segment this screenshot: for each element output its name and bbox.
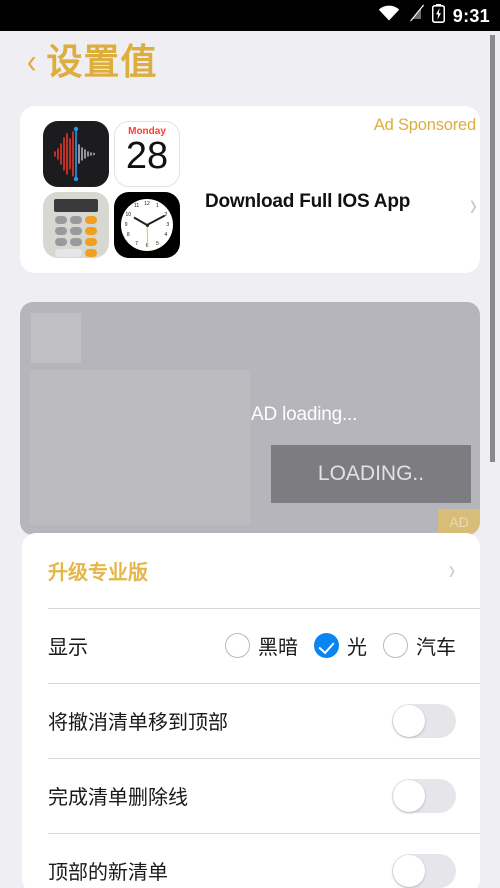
clock-icon: 12 1 2 3 4 5 6 7 8 9 10 11 — [114, 192, 180, 258]
voice-memos-icon — [43, 121, 109, 187]
calculator-display — [54, 199, 98, 212]
wifi-icon — [378, 5, 400, 26]
page-header: ‹ 设置值 — [26, 44, 157, 80]
radio-light-label: 光 — [347, 637, 367, 659]
radio-auto-label: 汽车 — [416, 637, 456, 659]
calendar-icon: Monday 28 — [114, 121, 180, 187]
display-radio-group: 黑暗 光 汽车 — [225, 631, 456, 660]
radio-dark-icon[interactable] — [225, 633, 250, 658]
no-signal-icon — [408, 4, 424, 27]
ad-banner-card[interactable]: Ad Sponsored Monday 28 12 1 2 3 4 5 7 8 … — [20, 106, 480, 273]
settings-row-strikethrough-done[interactable]: 完成清单删除线 — [22, 758, 480, 833]
ad-sponsored-label: Ad Sponsored — [373, 116, 476, 134]
strikethrough-done-label: 完成清单删除线 — [48, 787, 188, 809]
settings-row-upgrade-pro[interactable]: 升级专业版 › — [22, 533, 480, 608]
settings-row-move-undone-top[interactable]: 将撤消清单移到顶部 — [22, 683, 480, 758]
settings-card: 升级专业版 › 显示 黑暗 光 汽车 将撤消清单移到顶部 完成清单删除线 顶部的… — [22, 533, 480, 888]
ad-headline[interactable]: Download Full IOS App — [205, 191, 410, 213]
settings-row-display: 显示 黑暗 光 汽车 — [22, 608, 480, 683]
move-undone-top-toggle[interactable] — [392, 703, 456, 738]
app-root: 9:31 ‹ 设置值 Ad Sponsored Monday 28 12 1 2… — [0, 0, 500, 888]
calculator-keys — [55, 216, 97, 257]
radio-auto-icon[interactable] — [383, 633, 408, 658]
radio-option-light[interactable]: 光 — [314, 631, 367, 660]
scroll-area[interactable]: ‹ 设置值 Ad Sponsored Monday 28 12 1 2 3 4 … — [0, 31, 500, 888]
display-label: 显示 — [48, 637, 88, 659]
status-bar-clock: 9:31 — [452, 5, 490, 26]
radio-dark-label: 黑暗 — [258, 637, 298, 659]
upgrade-pro-label: 升级专业版 — [48, 562, 148, 584]
battery-charging-icon — [431, 3, 445, 28]
radio-option-dark[interactable]: 黑暗 — [225, 631, 298, 660]
calendar-date: 28 — [125, 135, 169, 177]
status-bar: 9:31 — [0, 0, 500, 31]
skeleton-square — [31, 313, 81, 363]
radio-light-icon[interactable] — [314, 633, 339, 658]
settings-row-new-list-top[interactable]: 顶部的新清单 — [22, 833, 480, 888]
strikethrough-done-toggle[interactable] — [392, 778, 456, 813]
scrollbar-thumb[interactable] — [490, 35, 495, 462]
skeleton-rect — [30, 370, 250, 525]
ad-loading-button[interactable]: LOADING.. — [271, 445, 471, 503]
new-list-top-label: 顶部的新清单 — [48, 862, 168, 884]
page-title: 设置值 — [46, 41, 158, 82]
radio-option-auto[interactable]: 汽车 — [383, 631, 456, 660]
move-undone-top-label: 将撤消清单移到顶部 — [48, 712, 228, 734]
ad-app-icon-grid: Monday 28 12 1 2 3 4 5 7 8 9 10 11 — [43, 121, 180, 258]
new-list-top-toggle[interactable] — [392, 853, 456, 888]
calculator-icon — [43, 192, 109, 258]
ad-chevron-icon[interactable]: › — [470, 188, 477, 219]
ad-loading-text: AD loading... — [251, 404, 358, 425]
ad-badge: AD — [438, 509, 480, 535]
back-chevron-icon[interactable]: ‹ — [27, 45, 37, 79]
scrollbar-track[interactable] — [490, 33, 498, 886]
chevron-right-icon: › — [448, 554, 456, 586]
